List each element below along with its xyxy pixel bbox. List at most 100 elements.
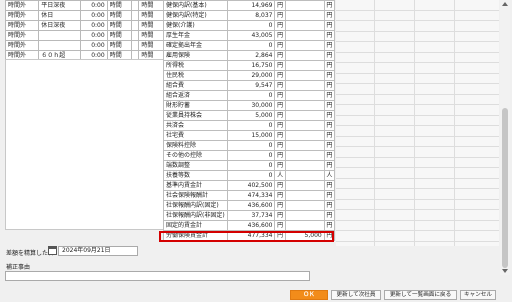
deduction-row: 財形貯蓄 30,000 円円 (163, 100, 336, 111)
value-cell[interactable]: 0 (226, 140, 276, 151)
value-cell[interactable]: 0 (226, 90, 276, 101)
value-cell[interactable]: 0 (226, 40, 276, 51)
value-cell[interactable]: 9,547 (226, 80, 276, 91)
value-cell[interactable]: 0 (226, 150, 276, 161)
row-sublabel: 平日深夜 (38, 0, 82, 11)
deduction-row: 健保(介護) 0 円円 (163, 20, 336, 31)
value-cell[interactable]: 8,037 (226, 10, 276, 21)
item-name: その他の控除 (163, 150, 228, 161)
value-cell-2[interactable] (284, 40, 325, 51)
deduction-row: その他の控除 0 円円 (163, 150, 336, 161)
value-cell-2[interactable] (284, 110, 325, 121)
item-name: 従業員持株会 (163, 110, 228, 121)
blank-cell[interactable] (131, 0, 140, 11)
unit-cell: 円 (274, 50, 286, 61)
scroll-up-arrow-icon[interactable] (502, 2, 508, 6)
value-cell-2[interactable] (284, 220, 325, 231)
value-cell[interactable]: 43,005 (226, 30, 276, 41)
hours-cell[interactable]: 0:00 (80, 20, 108, 31)
item-name: 健保内訳(特定) (163, 10, 228, 21)
update-next-employee-button[interactable]: 更新して次社員 (331, 290, 381, 300)
value-cell-2[interactable] (284, 170, 325, 181)
value-cell[interactable]: 29,000 (226, 70, 276, 81)
value-cell[interactable]: 436,600 (226, 200, 276, 211)
unit-cell: 円 (323, 10, 336, 21)
grid-line (454, 0, 455, 246)
value-cell-2[interactable] (284, 200, 325, 211)
calendar-icon[interactable] (48, 246, 57, 255)
unit-cell: 円 (323, 20, 336, 31)
value-cell[interactable]: 14,969 (226, 0, 276, 11)
deduction-row: 組合返済 0 円円 (163, 90, 336, 101)
deduction-row: 基準内賃金計 402,500 円円 (163, 180, 336, 191)
highlight-box (159, 231, 334, 242)
value-cell-2[interactable] (284, 160, 325, 171)
value-cell-2[interactable] (284, 130, 325, 141)
value-cell-2[interactable] (284, 100, 325, 111)
deduction-row: 社宅費 15,000 円円 (163, 130, 336, 141)
value-cell[interactable]: 402,500 (226, 180, 276, 191)
value-cell-2[interactable] (284, 20, 325, 31)
value-cell-2[interactable] (284, 50, 325, 61)
value-cell[interactable]: 2,864 (226, 50, 276, 61)
unit-cell: 円 (323, 80, 336, 91)
row-label: 時間外 (4, 10, 40, 21)
unit-cell: 円 (323, 150, 336, 161)
deduction-row: 固定的賃金計 436,600 円円 (163, 220, 336, 231)
value-cell-2[interactable] (284, 90, 325, 101)
value-cell-2[interactable] (284, 140, 325, 151)
vertical-scrollbar[interactable] (500, 0, 510, 275)
hours-cell[interactable]: 0:00 (80, 40, 108, 51)
unit-cell: 円 (274, 220, 286, 231)
value-cell-2[interactable] (284, 70, 325, 81)
value-cell-2[interactable] (284, 210, 325, 221)
ok-button[interactable]: ＯＫ (290, 290, 328, 300)
value-cell-2[interactable] (284, 0, 325, 11)
unit-cell: 円 (323, 0, 336, 11)
blank-cell[interactable] (131, 20, 140, 31)
value-cell-2[interactable] (284, 60, 325, 71)
item-name: 扶養等数 (163, 170, 228, 181)
update-return-list-button[interactable]: 更新して一覧画面に戻る (384, 290, 457, 300)
blank-cell[interactable] (131, 30, 140, 41)
scroll-down-arrow-icon[interactable] (502, 269, 508, 273)
value-cell-2[interactable] (284, 30, 325, 41)
scroll-thumb[interactable] (502, 108, 508, 268)
item-name: 住民税 (163, 70, 228, 81)
hours-cell[interactable]: 0:00 (80, 10, 108, 21)
value-cell[interactable]: 474,334 (226, 190, 276, 201)
deduction-row: 社保報酬内訳(非固定) 37,734 円円 (163, 210, 336, 221)
value-cell[interactable]: 37,734 (226, 210, 276, 221)
hours-cell[interactable]: 0:00 (80, 30, 108, 41)
value-cell-2[interactable] (284, 190, 325, 201)
value-cell[interactable]: 0 (226, 170, 276, 181)
value-cell-2[interactable] (284, 10, 325, 21)
cancel-button[interactable]: キャンセル (460, 290, 496, 300)
value-cell-2[interactable] (284, 120, 325, 131)
left-blank-panel (5, 59, 164, 230)
value-cell[interactable]: 0 (226, 20, 276, 31)
unit-cell: 円 (274, 60, 286, 71)
deduction-row: 社会保険報酬計 474,334 円円 (163, 190, 336, 201)
value-cell[interactable]: 15,000 (226, 130, 276, 141)
settlement-date-field[interactable]: 2024年09月21日 (58, 246, 138, 256)
unit-cell: 円 (274, 120, 286, 131)
value-cell-2[interactable] (284, 180, 325, 191)
unit-cell: 時間 (138, 10, 164, 21)
blank-cell[interactable] (131, 10, 140, 21)
value-cell[interactable]: 0 (226, 120, 276, 131)
unit-cell: 円 (274, 30, 286, 41)
value-cell[interactable]: 0 (226, 160, 276, 171)
value-cell-2[interactable] (284, 80, 325, 91)
value-cell[interactable]: 436,600 (226, 220, 276, 231)
value-cell-2[interactable] (284, 150, 325, 161)
blank-cell[interactable] (131, 40, 140, 51)
value-cell[interactable]: 16,750 (226, 60, 276, 71)
item-name: 端数調整 (163, 160, 228, 171)
unit-cell: 円 (274, 20, 286, 31)
value-cell[interactable]: 5,000 (226, 110, 276, 121)
value-cell[interactable]: 30,000 (226, 100, 276, 111)
correction-reason-field[interactable] (5, 271, 310, 281)
hours-cell[interactable]: 0:00 (80, 0, 108, 11)
unit-cell: 円 (274, 10, 286, 21)
